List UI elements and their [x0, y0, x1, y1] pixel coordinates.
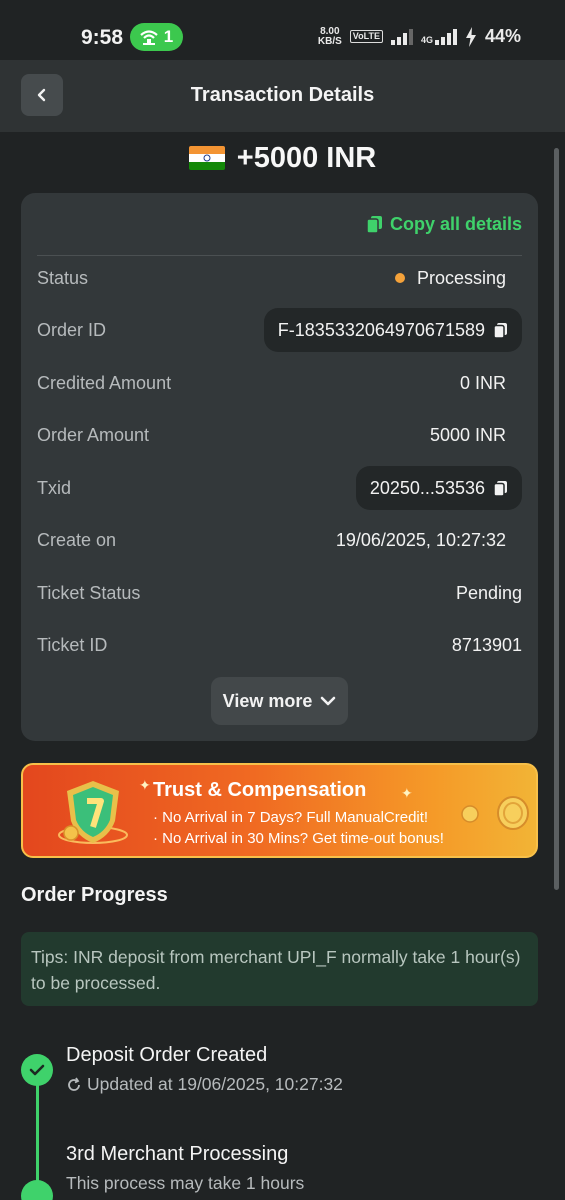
credited-amount-value: 0 INR	[459, 372, 506, 393]
sparkle-icon: ✦	[401, 785, 413, 801]
sparkle-icon: ✦	[139, 777, 151, 793]
network-type: 4G	[420, 34, 433, 45]
coin-icon	[461, 805, 479, 823]
signal-icon	[390, 28, 413, 45]
detail-label: Credited Amount	[37, 372, 172, 393]
app-header: Transaction Details	[0, 60, 565, 132]
ticket-id-value: 8713901	[451, 634, 522, 655]
tips-box: Tips: INR deposit from merchant UPI_F no…	[21, 932, 538, 1006]
order-amount-value: 5000 INR	[429, 424, 506, 445]
transaction-details-card: Copy all details Status Processing Order…	[21, 193, 538, 741]
status-value: Processing	[394, 268, 522, 289]
status-right: 8.00 KB/S VoLTE 4G 44%	[318, 26, 521, 47]
battery-level: 44%	[484, 26, 521, 46]
txid-copy-pill[interactable]: 20250...53536	[355, 466, 522, 510]
ticket-status-value: Pending	[455, 582, 522, 603]
copy-icon	[493, 480, 507, 497]
detail-label: Ticket Status	[37, 582, 141, 603]
refresh-icon	[68, 1077, 80, 1091]
detail-row-order-id: Order ID F-1835332064970671589	[37, 308, 522, 352]
india-flag-icon	[188, 146, 225, 170]
copy-all-details-button[interactable]: Copy all details	[366, 214, 522, 235]
detail-label: Txid	[37, 477, 72, 498]
create-on-value: 19/06/2025, 10:27:32	[335, 529, 506, 550]
wifi-icon	[140, 30, 158, 45]
detail-row-ticket-status: Ticket Status Pending	[37, 571, 522, 615]
order-id-value: F-1835332064970671589	[277, 319, 485, 340]
banner-title: Trust & Compensation	[153, 779, 367, 801]
step-complete-icon	[21, 1054, 53, 1086]
shield-badge-icon	[58, 781, 128, 844]
detail-row-order-amount: Order Amount 5000 INR	[37, 413, 522, 457]
step-subtitle: Updated at 19/06/2025, 10:27:32	[66, 1074, 343, 1095]
step-title: Deposit Order Created	[66, 1044, 268, 1066]
detail-row-txid: Txid 20250...53536	[37, 466, 522, 510]
detail-label: Ticket ID	[37, 634, 108, 655]
step-title: 3rd Merchant Processing	[66, 1143, 289, 1165]
trust-compensation-banner[interactable]: ✦ ✦ Trust & Compensation · No Arrival in…	[21, 763, 538, 858]
order-id-copy-pill[interactable]: F-1835332064970671589	[263, 308, 522, 352]
chevron-down-icon	[321, 696, 336, 706]
volte-icon: VoLTE	[349, 30, 383, 43]
signal-icon-2	[434, 28, 457, 45]
amount-value: +5000 INR	[236, 141, 377, 174]
status-bar: 9:58 1 8.00 KB/S VoLTE 4G 44%	[0, 0, 565, 60]
copy-all-label: Copy all details	[389, 214, 522, 234]
detail-label: Create on	[37, 529, 117, 550]
status-dot-icon	[394, 273, 405, 283]
detail-label: Status	[37, 267, 89, 288]
detail-row-ticket-id: Ticket ID 8713901	[37, 623, 522, 667]
banner-line: · No Arrival in 7 Days? Full ManualCredi…	[153, 809, 429, 826]
detail-row-status: Status Processing	[37, 256, 522, 300]
checkmark-icon	[29, 1064, 45, 1076]
status-time: 9:58	[81, 26, 124, 49]
view-more-label: View more	[222, 690, 313, 711]
network-speed: 8.00 KB/S	[317, 25, 342, 47]
detail-row-credited-amount: Credited Amount 0 INR	[37, 361, 522, 405]
detail-row-create-on: Create on 19/06/2025, 10:27:32	[37, 518, 522, 562]
view-more-button[interactable]: View more	[211, 677, 348, 725]
step-pending-icon	[21, 1180, 53, 1200]
txid-value: 20250...53536	[369, 477, 485, 498]
charging-icon	[465, 26, 476, 47]
scrollbar[interactable]	[554, 148, 559, 890]
order-progress-title: Order Progress	[21, 884, 168, 906]
step-subtitle: This process may take 1 hours	[66, 1173, 305, 1193]
copy-icon	[366, 216, 382, 234]
detail-label: Order ID	[37, 319, 107, 340]
wifi-hotspot-badge: 1	[130, 23, 183, 51]
copy-icon	[493, 322, 507, 339]
amount-summary: +5000 INR	[0, 138, 565, 178]
detail-label: Order Amount	[37, 424, 150, 445]
banner-line: · No Arrival in 30 Mins? Get time-out bo…	[153, 830, 444, 847]
wifi-count: 1	[163, 27, 174, 46]
coin-icon	[497, 796, 529, 830]
page-title: Transaction Details	[190, 84, 375, 106]
